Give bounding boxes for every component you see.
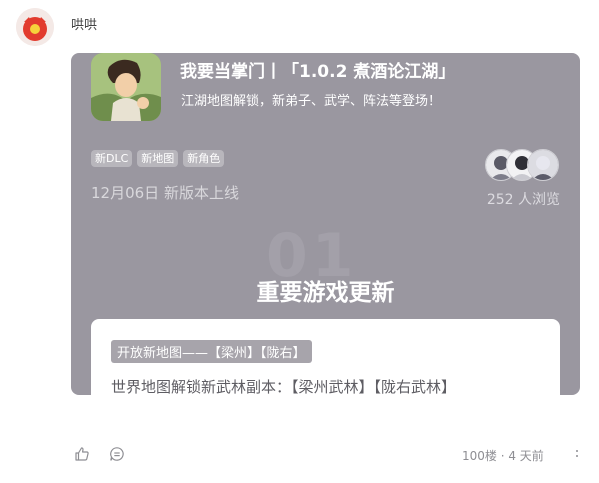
tag-dlc[interactable]: 新DLC — [91, 150, 133, 167]
section-title: 重要游戏更新 — [256, 280, 395, 306]
tag-new-character[interactable]: 新角色 — [183, 150, 225, 167]
avatar-image — [16, 8, 54, 46]
game-icon — [91, 53, 161, 121]
tag-new-map[interactable]: 新地图 — [137, 150, 179, 167]
release-date: 12月06日 新版本上线 — [91, 184, 239, 202]
update-detail-card[interactable]: 开放新地图——【梁州】【陇右】 世界地图解锁新武林副本：【梁州武林】【陇右武林】 — [91, 319, 560, 395]
game-update-card[interactable]: 我要当掌门丨「1.0.2 煮酒论江湖」 江湖地图解锁，新弟子、武学、阵法等登场！… — [71, 53, 580, 395]
post-meta: 100楼 · 4 天前 — [462, 449, 544, 463]
card-title: 我要当掌门丨「1.0.2 煮酒论江湖」 — [180, 62, 456, 82]
username[interactable]: 哄哄 — [71, 14, 97, 33]
update-detail-text: 世界地图解锁新武林副本：【梁州武林】【陇右武林】 — [111, 378, 457, 395]
viewer-avatars — [485, 149, 559, 181]
card-subtitle: 江湖地图解锁，新弟子、武学、阵法等登场！ — [181, 94, 442, 109]
thumbs-up-icon[interactable] — [74, 446, 90, 462]
tag-list: 新DLC 新地图 新角色 — [91, 150, 225, 167]
viewer-avatar — [527, 149, 559, 181]
comment-icon[interactable] — [109, 446, 125, 462]
more-vertical-icon[interactable] — [575, 447, 579, 463]
avatar[interactable] — [16, 8, 54, 46]
view-count: 252 人浏览 — [486, 192, 560, 208]
update-detail-heading: 开放新地图——【梁州】【陇右】 — [111, 340, 312, 363]
